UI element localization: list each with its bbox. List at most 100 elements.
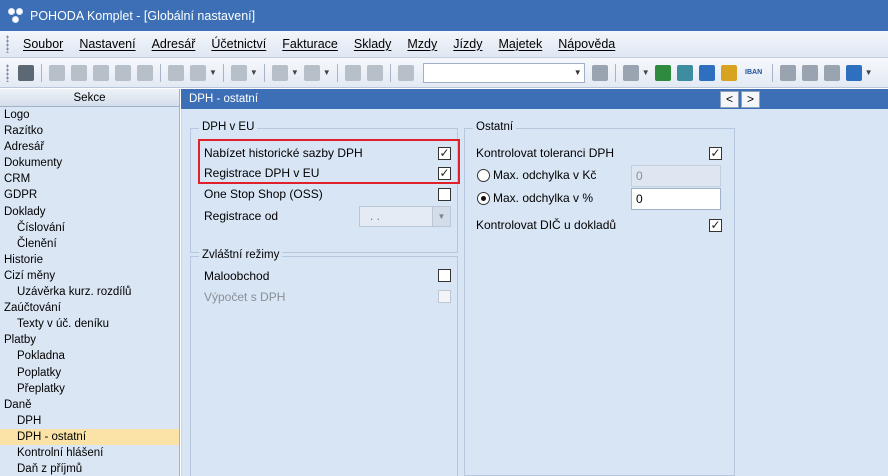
page-title: DPH - ostatní [181, 89, 888, 109]
section-item[interactable]: Cizí měny [0, 268, 179, 284]
menu-adresar[interactable]: Adresář [144, 31, 204, 58]
toolbar-separator [160, 63, 161, 82]
dic-check-checkbox[interactable]: ✓ [709, 219, 722, 232]
section-item[interactable]: Číslování [0, 220, 179, 236]
duplicate-icon[interactable] [397, 64, 414, 81]
chevron-down-icon[interactable]: ▼ [432, 207, 450, 226]
previous-section-button[interactable]: < [720, 91, 739, 108]
section-item[interactable]: Uzávěrka kurz. rozdílů [0, 284, 179, 300]
window-icon[interactable] [779, 64, 796, 81]
calendar-icon[interactable] [676, 64, 693, 81]
toolbar-separator [614, 63, 616, 82]
registration-from-field[interactable]: . . ▼ [359, 206, 451, 227]
section-panel: Sekce Logo Razítko Adresář Dokumenty CRM GDPR… [0, 89, 180, 476]
menu-jizdy[interactable]: Jízdy [445, 31, 490, 58]
max-pct-radio[interactable] [477, 192, 490, 205]
section-tree: Logo Razítko Adresář Dokumenty CRM GDPR Doklad… [0, 107, 179, 476]
chevron-down-icon[interactable]: ▼ [209, 68, 217, 77]
save-icon[interactable] [344, 64, 361, 81]
group-dph-eu-title: DPH v EU [199, 121, 258, 133]
menu-majetek[interactable]: Majetek [490, 31, 550, 58]
pohoda-logo-icon [8, 7, 24, 24]
print-icon[interactable] [71, 64, 87, 81]
preview-icon[interactable] [93, 64, 109, 81]
quick-search-combo[interactable]: ▼ [422, 62, 585, 83]
tolerance-label: Kontrolovat toleranci DPH [476, 146, 615, 160]
toolbar-separator [263, 63, 265, 82]
section-item[interactable]: DPH [0, 413, 179, 429]
chevron-down-icon[interactable]: ▼ [574, 68, 582, 77]
registration-from-value: . . [370, 209, 381, 223]
iban-icon[interactable]: IBAN [743, 69, 765, 77]
folder-icon[interactable] [622, 64, 639, 81]
menu-grip-icon [6, 35, 9, 53]
section-item[interactable]: Dokumenty [0, 155, 179, 171]
section-item[interactable]: DPH - ostatní [0, 428, 179, 445]
section-item[interactable]: Daně [0, 397, 179, 413]
table-icon[interactable] [823, 64, 840, 81]
max-kc-input[interactable]: 0 [631, 165, 721, 187]
chevron-down-icon[interactable]: ▼ [642, 68, 650, 77]
money-icon[interactable] [654, 64, 671, 81]
retail-checkbox[interactable] [438, 269, 451, 282]
menu-napoveda[interactable]: Nápověda [550, 31, 623, 58]
coins-icon[interactable] [720, 64, 737, 81]
menu-sklady[interactable]: Sklady [346, 31, 400, 58]
save-all-icon[interactable] [366, 64, 383, 81]
section-item[interactable]: Zaúčtování [0, 300, 179, 316]
chevron-down-icon[interactable]: ▼ [323, 68, 331, 77]
menu-nastaveni[interactable]: Nastavení [71, 31, 143, 58]
section-item[interactable]: Poplatky [0, 365, 179, 381]
title-bar: POHODA Komplet - [Globální nastavení] [0, 0, 888, 31]
section-item[interactable]: GDPR [0, 187, 179, 203]
help-icon[interactable] [845, 64, 862, 81]
section-item[interactable]: Platby [0, 332, 179, 348]
exit-icon[interactable] [18, 64, 34, 81]
section-item[interactable]: Doklady [0, 204, 179, 220]
toolbar-grip-icon [6, 63, 9, 82]
section-item[interactable]: Členění [0, 236, 179, 252]
menu-mzdy[interactable]: Mzdy [399, 31, 445, 58]
section-header: Sekce [0, 89, 179, 107]
edit-icon[interactable] [190, 64, 206, 81]
toolbar-separator [771, 63, 773, 82]
tolerance-checkbox[interactable]: ✓ [709, 147, 722, 160]
section-item[interactable]: Kontrolní hlášení [0, 445, 179, 461]
max-pct-input[interactable]: 0 [631, 188, 721, 210]
toolbar-separator [336, 63, 338, 82]
section-item[interactable]: Daň z příjmů [0, 461, 179, 476]
back-icon[interactable] [271, 64, 288, 81]
oss-label: One Stop Shop (OSS) [204, 187, 323, 201]
section-item[interactable]: Historie [0, 252, 179, 268]
grid-icon[interactable] [230, 64, 247, 81]
chevron-down-icon[interactable]: ▼ [865, 68, 873, 77]
next-section-button[interactable]: > [741, 91, 760, 108]
checkmark-icon: ✓ [710, 146, 721, 160]
max-kc-radio[interactable] [477, 169, 490, 182]
checkmark-icon: ✓ [710, 218, 721, 232]
oss-checkbox[interactable] [438, 188, 451, 201]
section-item[interactable]: CRM [0, 171, 179, 187]
chevron-down-icon[interactable]: ▼ [250, 68, 258, 77]
stamp-icon[interactable] [137, 64, 153, 81]
new-document-icon[interactable] [168, 64, 184, 81]
menu-fakturace[interactable]: Fakturace [274, 31, 346, 58]
copy-icon[interactable] [49, 64, 65, 81]
section-item[interactable]: Logo [0, 107, 179, 123]
section-item[interactable]: Pokladna [0, 348, 179, 364]
menu-bar: Soubor Nastavení Adresář Účetnictví Fakt… [0, 31, 888, 58]
highlight-box [198, 139, 460, 184]
section-item[interactable]: Adresář [0, 139, 179, 155]
export-icon[interactable] [115, 64, 131, 81]
calculator-icon[interactable] [698, 64, 715, 81]
tools-icon[interactable] [303, 64, 320, 81]
list-icon[interactable] [801, 64, 818, 81]
menu-ucetnictvi[interactable]: Účetnictví [203, 31, 274, 58]
chevron-down-icon[interactable]: ▼ [291, 68, 299, 77]
section-item[interactable]: Přeplatky [0, 381, 179, 397]
max-kc-label: Max. odchylka v Kč [493, 168, 597, 182]
section-item[interactable]: Razítko [0, 123, 179, 139]
section-item[interactable]: Texty v úč. deníku [0, 316, 179, 332]
menu-soubor[interactable]: Soubor [15, 31, 71, 58]
filter-icon[interactable] [591, 64, 608, 81]
